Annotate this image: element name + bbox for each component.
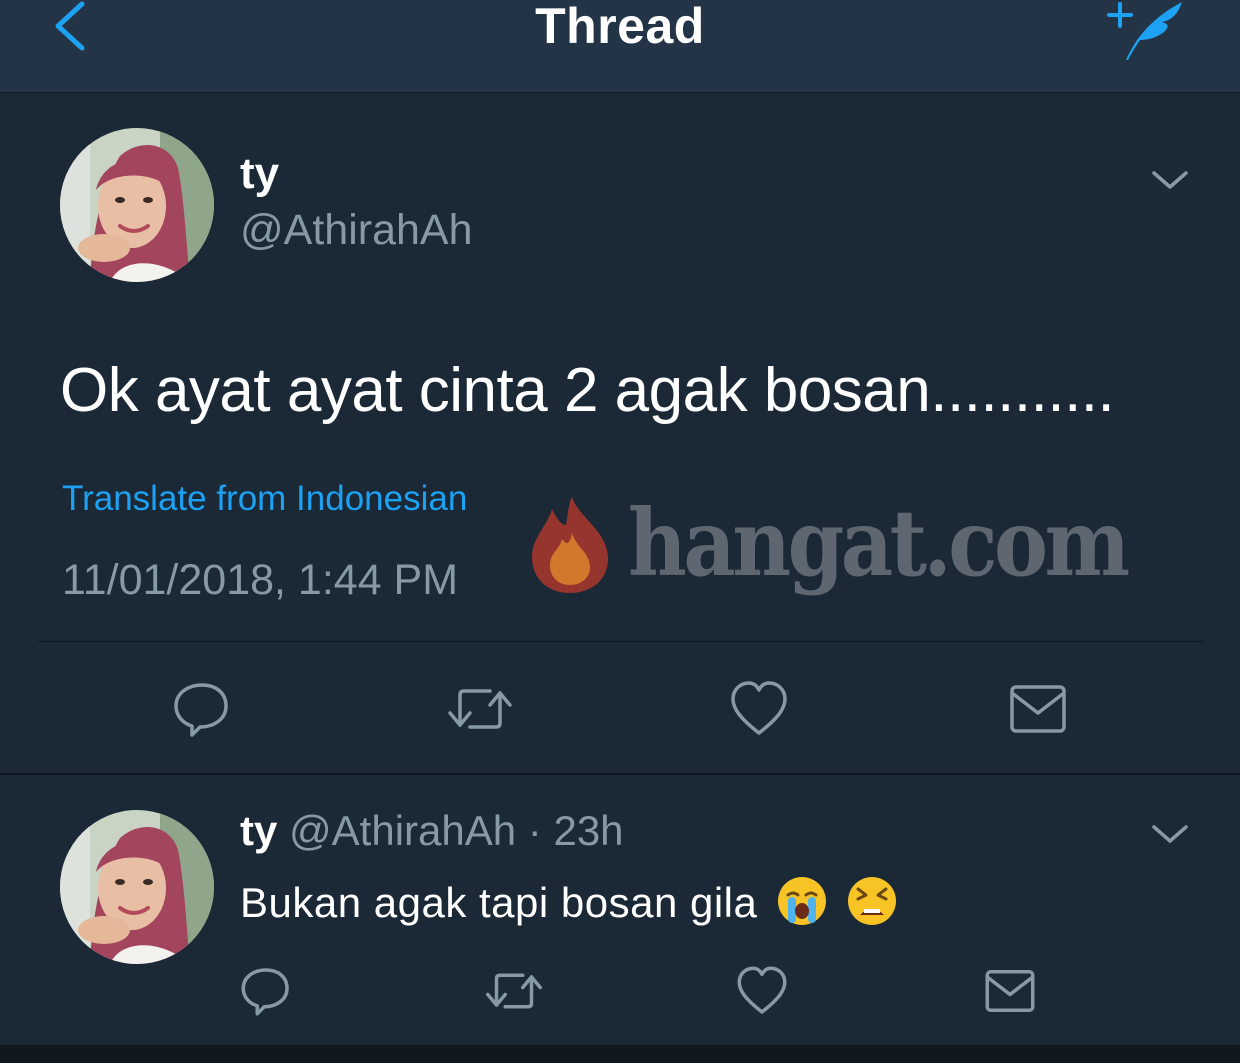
tweet-text-content: Bukan agak tapi bosan gila [240, 879, 758, 926]
reply-tweet[interactable]: ty @AthirahAh · 23h Bukan agak tapi bosa… [0, 775, 1240, 1045]
reply-button[interactable] [238, 963, 294, 1019]
reply-button[interactable] [170, 677, 234, 741]
user-handle[interactable]: @AthirahAh [289, 807, 516, 854]
tweet-text: Ok ayat ayat cinta 2 agak bosan.........… [60, 356, 1115, 425]
chevron-down-icon [1152, 171, 1188, 189]
reply-header: ty @AthirahAh · 23h [240, 807, 624, 855]
share-button[interactable] [1006, 677, 1070, 741]
compose-quill-icon [1107, 2, 1182, 60]
retweet-button[interactable] [484, 963, 542, 1019]
page-title: Thread [535, 0, 705, 54]
like-icon [737, 966, 787, 1014]
avatar[interactable] [60, 810, 214, 964]
share-mail-icon [985, 970, 1035, 1012]
like-button[interactable] [734, 963, 790, 1019]
like-button[interactable] [727, 677, 791, 741]
divider [38, 641, 1204, 642]
reply-icon [174, 683, 228, 737]
profile-photo [60, 128, 214, 282]
reply-icon [241, 968, 289, 1016]
meta-separator: · [527, 807, 542, 854]
relative-time: 23h [553, 807, 624, 854]
flame-logo-icon [532, 497, 608, 593]
retweet-icon [448, 689, 512, 729]
retweet-icon [486, 973, 542, 1009]
watermark: hangat.com [528, 491, 1130, 601]
bottom-edge [0, 1045, 1240, 1063]
profile-photo [60, 810, 214, 964]
retweet-button[interactable] [446, 677, 512, 741]
share-button[interactable] [982, 963, 1038, 1019]
tweet-options-button[interactable] [1148, 819, 1192, 849]
translate-link[interactable]: Translate from Indonesian [62, 479, 467, 519]
like-icon [731, 681, 787, 735]
watermark-text: hangat.com [628, 489, 1130, 597]
display-name[interactable]: ty [240, 149, 279, 199]
user-handle[interactable]: @AthirahAh [240, 205, 473, 255]
main-tweet: ty @AthirahAh Ok ayat ayat cinta 2 agak … [0, 93, 1240, 773]
tired-face-icon [847, 877, 896, 925]
display-name[interactable]: ty [240, 807, 277, 854]
share-mail-icon [1010, 685, 1066, 733]
compose-button[interactable] [1104, 0, 1188, 66]
tweet-options-button[interactable] [1148, 165, 1192, 195]
chevron-down-icon [1152, 825, 1188, 843]
tweet-text: Bukan agak tapi bosan gila [240, 875, 898, 928]
avatar[interactable] [60, 128, 214, 282]
tweet-timestamp: 11/01/2018, 1:44 PM [62, 556, 459, 604]
loudly-crying-face-icon [777, 877, 826, 925]
thread-header: Thread [0, 0, 1240, 93]
